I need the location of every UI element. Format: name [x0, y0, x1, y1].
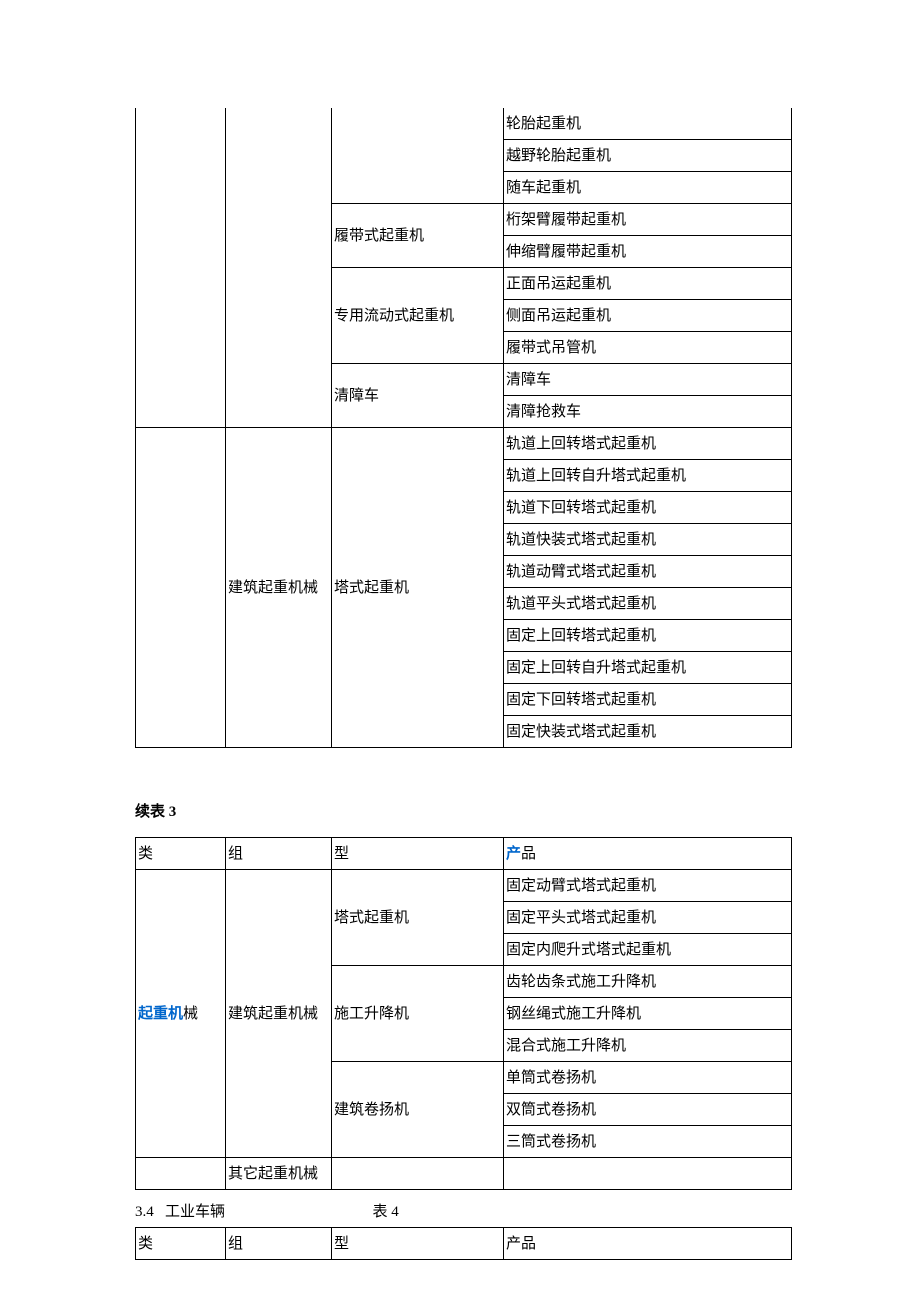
th-type: 型	[332, 838, 504, 870]
cell-product: 清障抢救车	[504, 396, 792, 428]
col-a-open-cont	[136, 204, 226, 428]
th-group: 组	[226, 838, 332, 870]
cell-product: 钢丝绳式施工升降机	[504, 998, 792, 1030]
cell-product: 侧面吊运起重机	[504, 300, 792, 332]
empty-cell	[332, 1158, 504, 1190]
table-row: 建筑起重机械 塔式起重机 轨道上回转塔式起重机	[136, 428, 792, 460]
tower-label: 塔式起重机	[332, 428, 504, 748]
section-title: 3.4 工业车辆 表 4	[135, 1200, 792, 1221]
cell-product: 双筒式卷扬机	[504, 1094, 792, 1126]
empty-cell	[504, 1158, 792, 1190]
table-row: 其它起重机械	[136, 1158, 792, 1190]
cell-product: 三筒式卷扬机	[504, 1126, 792, 1158]
crane-link[interactable]: 起重机	[138, 1006, 183, 1022]
col-c-open	[332, 108, 504, 204]
col-a-open	[136, 108, 226, 204]
th-product: 产品	[504, 838, 792, 870]
mobile-label: 专用流动式起重机	[332, 268, 504, 364]
table-header-row: 类 组 型 产品	[136, 838, 792, 870]
section-text: 工业车辆	[165, 1204, 225, 1220]
cell-product: 正面吊运起重机	[504, 268, 792, 300]
cell-product: 固定上回转塔式起重机	[504, 620, 792, 652]
cell-product: 固定快装式塔式起重机	[504, 716, 792, 748]
cell-product: 固定上回转自升塔式起重机	[504, 652, 792, 684]
table-row: 轮胎起重机	[136, 108, 792, 140]
table-caption: 续表 3	[135, 800, 792, 821]
cell-product: 清障车	[504, 364, 792, 396]
th-product: 产品	[504, 1228, 792, 1260]
table-row: 起重机械 建筑起重机械 塔式起重机 固定动臂式塔式起重机	[136, 870, 792, 902]
cell-product: 固定平头式塔式起重机	[504, 902, 792, 934]
th-category: 类	[136, 838, 226, 870]
winch-label: 建筑卷扬机	[332, 1062, 504, 1158]
crawler-label: 履带式起重机	[332, 204, 504, 268]
cell-product: 混合式施工升降机	[504, 1030, 792, 1062]
cell-product: 固定动臂式塔式起重机	[504, 870, 792, 902]
product-link[interactable]: 产	[506, 846, 521, 862]
table-row: 履带式起重机 桁架臂履带起重机	[136, 204, 792, 236]
construction-label: 建筑起重机械	[226, 870, 332, 1158]
col-a-span	[136, 428, 226, 748]
cell-product: 轨道动臂式塔式起重机	[504, 556, 792, 588]
cell-product: 固定内爬升式塔式起重机	[504, 934, 792, 966]
col-b-open	[226, 108, 332, 204]
cell-product: 伸缩臂履带起重机	[504, 236, 792, 268]
cell-product: 单筒式卷扬机	[504, 1062, 792, 1094]
th-group: 组	[226, 1228, 332, 1260]
tower-label: 塔式起重机	[332, 870, 504, 966]
other-label: 其它起重机械	[226, 1158, 332, 1190]
th-category: 类	[136, 1228, 226, 1260]
cell-product: 轨道上回转塔式起重机	[504, 428, 792, 460]
cell-product: 固定下回转塔式起重机	[504, 684, 792, 716]
cell-product: 轨道下回转塔式起重机	[504, 492, 792, 524]
table-1: 轮胎起重机 越野轮胎起重机 随车起重机 履带式起重机 桁架臂履带起重机 伸缩臂履…	[135, 108, 792, 748]
table-3: 类 组 型 产品	[135, 1227, 792, 1260]
cell-product: 轨道平头式塔式起重机	[504, 588, 792, 620]
crane-machinery-cell: 起重机械	[136, 870, 226, 1158]
cell-product: 轮胎起重机	[504, 108, 792, 140]
document-page: 轮胎起重机 越野轮胎起重机 随车起重机 履带式起重机 桁架臂履带起重机 伸缩臂履…	[0, 0, 920, 1300]
construction-label: 建筑起重机械	[226, 428, 332, 748]
table-header-row: 类 组 型 产品	[136, 1228, 792, 1260]
section-number: 3.4	[135, 1204, 154, 1220]
empty-cell	[136, 1158, 226, 1190]
cell-product: 轨道快装式塔式起重机	[504, 524, 792, 556]
wrecker-label: 清障车	[332, 364, 504, 428]
table-2: 类 组 型 产品 起重机械 建筑起重机械 塔式起重机 固定动臂式塔式起重机 固定…	[135, 837, 792, 1190]
col-b-open-cont	[226, 204, 332, 428]
cell-product: 齿轮齿条式施工升降机	[504, 966, 792, 998]
cell-product: 履带式吊管机	[504, 332, 792, 364]
cell-product: 桁架臂履带起重机	[504, 204, 792, 236]
cell-product: 随车起重机	[504, 172, 792, 204]
cell-product: 越野轮胎起重机	[504, 140, 792, 172]
cell-product: 轨道上回转自升塔式起重机	[504, 460, 792, 492]
th-type: 型	[332, 1228, 504, 1260]
shigong-label: 施工升降机	[332, 966, 504, 1062]
table-label: 表 4	[373, 1204, 399, 1220]
